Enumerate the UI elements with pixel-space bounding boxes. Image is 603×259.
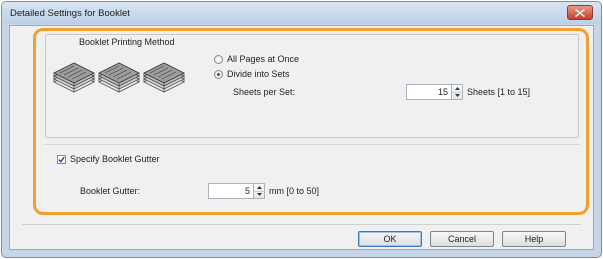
radio-all-pages-at-once[interactable]: All Pages at Once [214, 54, 299, 64]
spin-up-icon[interactable] [452, 85, 462, 93]
window-title: Detailed Settings for Booklet [10, 8, 130, 19]
booklet-printing-method-group: Booklet Printing Method All Pages at Onc… [45, 34, 579, 138]
radio-label: Divide into Sets [227, 69, 290, 79]
sheets-per-set-label: Sheets per Set: [233, 87, 296, 97]
spin-arrows[interactable] [254, 183, 265, 199]
dialog-content: Booklet Printing Method All Pages at Onc… [9, 25, 594, 250]
ok-button[interactable]: OK [358, 231, 422, 247]
close-icon [575, 8, 585, 17]
spin-down-icon[interactable] [254, 192, 264, 199]
group-label: Booklet Printing Method [76, 37, 178, 47]
divider [45, 144, 579, 145]
sheets-per-set-stepper[interactable]: 15 Sheets [1 to 15] [406, 84, 530, 100]
gutter-range-label: mm [0 to 50] [269, 186, 320, 196]
sheets-per-set-input[interactable]: 15 [406, 84, 452, 100]
dialog-window: Detailed Settings for Booklet Booklet Pr… [1, 1, 602, 258]
help-button[interactable]: Help [502, 231, 566, 247]
spin-arrows[interactable] [452, 84, 463, 100]
radio-divide-into-sets[interactable]: Divide into Sets [214, 69, 290, 79]
checkbox[interactable] [57, 154, 66, 164]
booklet-gutter-label: Booklet Gutter: [80, 186, 141, 196]
booklet-gutter-input[interactable]: 5 [208, 183, 254, 199]
button-area-divider [22, 224, 581, 225]
radio-button[interactable] [214, 54, 223, 64]
spin-down-icon[interactable] [452, 93, 462, 100]
spin-up-icon[interactable] [254, 184, 264, 192]
radio-label: All Pages at Once [227, 54, 300, 64]
close-button[interactable] [567, 5, 593, 20]
checkbox-label: Specify Booklet Gutter [70, 154, 160, 164]
checkmark-icon [58, 156, 65, 163]
specify-booklet-gutter-checkbox[interactable]: Specify Booklet Gutter [57, 154, 160, 164]
radio-button[interactable] [214, 69, 223, 79]
title-bar[interactable]: Detailed Settings for Booklet [2, 2, 601, 24]
booklet-gutter-stepper[interactable]: 5 mm [0 to 50] [208, 183, 319, 199]
cancel-button[interactable]: Cancel [430, 231, 494, 247]
sheets-range-label: Sheets [1 to 15] [467, 87, 531, 97]
booklet-sets-icon [53, 62, 185, 93]
